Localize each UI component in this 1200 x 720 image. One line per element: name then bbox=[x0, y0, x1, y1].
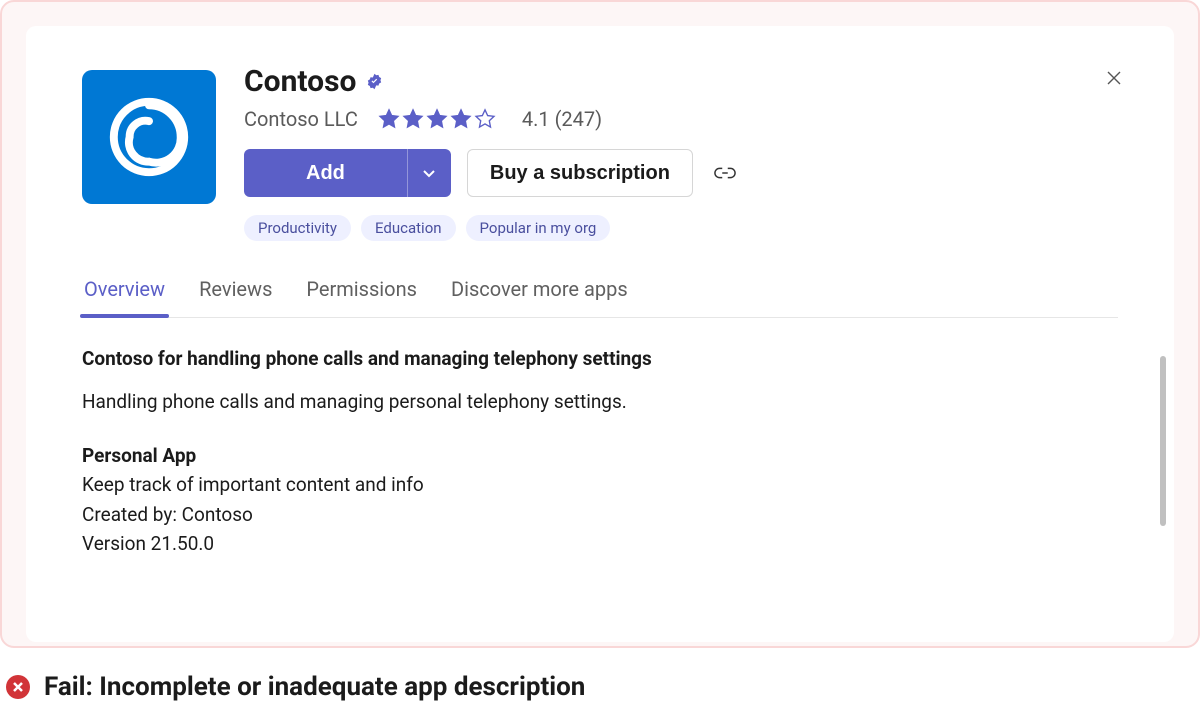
tab-overview[interactable]: Overview bbox=[82, 277, 167, 317]
link-icon bbox=[714, 164, 736, 182]
overview-headline: Contoso for handling phone calls and man… bbox=[82, 344, 1118, 373]
add-dropdown-button[interactable] bbox=[407, 149, 451, 197]
app-logo bbox=[82, 70, 216, 204]
tabs-row: Overview Reviews Permissions Discover more … bbox=[82, 277, 1118, 318]
publisher-name: Contoso LLC bbox=[244, 107, 358, 131]
overview-summary: Handling phone calls and managing person… bbox=[82, 387, 1118, 416]
tab-permissions[interactable]: Permissions bbox=[304, 277, 419, 317]
created-by-line: Created by: Contoso bbox=[82, 500, 1118, 529]
star-icon bbox=[378, 108, 400, 130]
copy-link-button[interactable] bbox=[709, 157, 741, 189]
annotation-frame: Contoso Contoso LLC 4.1 (247) bbox=[0, 0, 1200, 648]
tab-reviews[interactable]: Reviews bbox=[197, 277, 274, 317]
app-title-row: Contoso bbox=[244, 64, 1118, 99]
star-icon bbox=[402, 108, 424, 130]
fail-icon bbox=[6, 675, 30, 699]
rating-value-text: 4.1 (247) bbox=[522, 107, 602, 131]
star-rating[interactable] bbox=[378, 108, 496, 130]
app-header: Contoso Contoso LLC 4.1 (247) bbox=[82, 70, 1118, 241]
buy-subscription-button[interactable]: Buy a subscription bbox=[467, 149, 693, 197]
version-line: Version 21.50.0 bbox=[82, 529, 1118, 558]
chevron-down-icon bbox=[422, 166, 436, 180]
star-icon bbox=[450, 108, 472, 130]
tags-row: Productivity Education Popular in my org bbox=[244, 215, 1118, 241]
scrollbar-thumb[interactable] bbox=[1160, 356, 1166, 526]
close-icon bbox=[1106, 70, 1122, 86]
add-button-group: Add bbox=[244, 149, 451, 197]
fail-text: Fail: Incomplete or inadequate app descr… bbox=[44, 672, 585, 702]
feature-heading: Personal App bbox=[82, 441, 1118, 470]
tab-discover-more-apps[interactable]: Discover more apps bbox=[449, 277, 630, 317]
action-buttons-row: Add Buy a subscription bbox=[244, 149, 1118, 197]
add-button[interactable]: Add bbox=[244, 149, 407, 197]
verified-badge-icon bbox=[366, 73, 383, 90]
close-button[interactable] bbox=[1100, 64, 1128, 92]
star-icon bbox=[426, 108, 448, 130]
fail-annotation: Fail: Incomplete or inadequate app descr… bbox=[6, 672, 585, 702]
overview-content: Contoso for handling phone calls and man… bbox=[82, 344, 1118, 559]
star-icon bbox=[474, 108, 496, 130]
category-tag[interactable]: Productivity bbox=[244, 215, 351, 241]
app-title: Contoso bbox=[244, 64, 356, 99]
app-header-main: Contoso Contoso LLC 4.1 (247) bbox=[244, 70, 1118, 241]
app-details-card: Contoso Contoso LLC 4.1 (247) bbox=[26, 26, 1174, 642]
category-tag[interactable]: Education bbox=[361, 215, 456, 241]
publisher-row: Contoso LLC 4.1 (247) bbox=[244, 107, 1118, 131]
swirl-icon bbox=[105, 93, 193, 181]
category-tag[interactable]: Popular in my org bbox=[466, 215, 611, 241]
feature-line: Keep track of important content and info bbox=[82, 470, 1118, 499]
